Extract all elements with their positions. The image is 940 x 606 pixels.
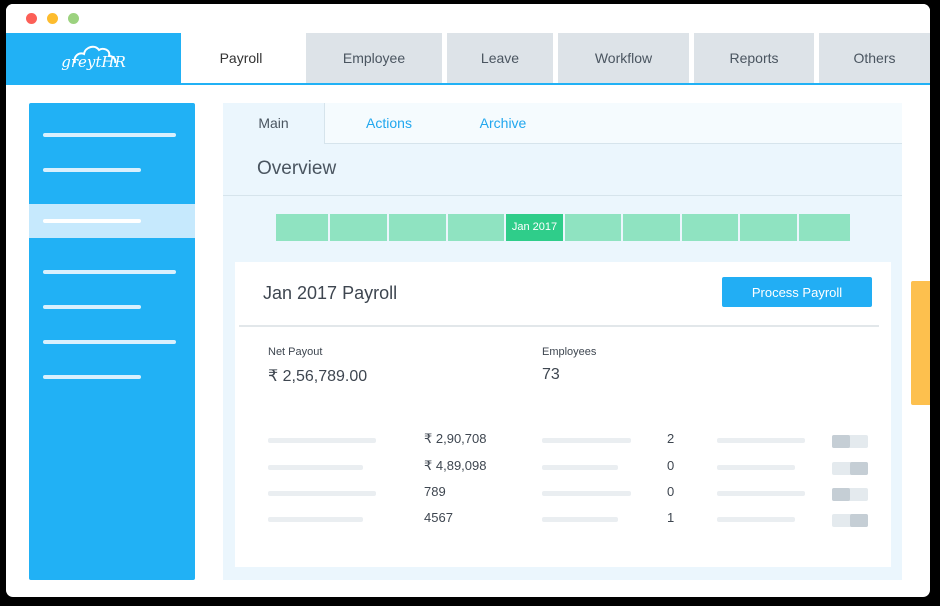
tab-leave[interactable]: Leave xyxy=(447,33,553,83)
title-bar xyxy=(6,4,930,33)
placeholder-line xyxy=(717,517,795,522)
top-navigation: greytHR Payroll Employee Leave Workflow … xyxy=(6,33,930,83)
sidebar xyxy=(29,103,195,580)
sidebar-item[interactable] xyxy=(43,305,141,309)
timeline-month[interactable] xyxy=(276,214,328,241)
placeholder-line xyxy=(268,438,376,443)
row-count: 0 xyxy=(667,458,675,473)
placeholder-line xyxy=(717,465,795,470)
subtab-archive[interactable]: Archive xyxy=(457,103,549,143)
tab-others[interactable]: Others xyxy=(819,33,930,83)
row-count: 2 xyxy=(667,431,675,446)
row-count: 1 xyxy=(667,510,675,525)
sidebar-item-active[interactable] xyxy=(29,204,195,238)
side-drawer-handle[interactable] xyxy=(911,281,930,405)
timeline-month[interactable] xyxy=(799,214,850,241)
maximize-window-button[interactable] xyxy=(68,13,79,24)
timeline-month-selected[interactable]: Jan 2017 xyxy=(506,214,563,241)
divider xyxy=(223,195,902,196)
timeline-month[interactable] xyxy=(330,214,387,241)
net-payout-label: Net Payout xyxy=(268,346,323,358)
placeholder-line xyxy=(542,465,618,470)
row-amount: ₹ 2,90,708 xyxy=(424,431,487,446)
timeline-month[interactable] xyxy=(623,214,680,241)
sidebar-item[interactable] xyxy=(43,270,176,274)
tab-workflow[interactable]: Workflow xyxy=(558,33,689,83)
placeholder-line xyxy=(542,438,631,443)
tab-reports[interactable]: Reports xyxy=(694,33,814,83)
minimize-window-button[interactable] xyxy=(47,13,58,24)
toggle-knob xyxy=(850,514,868,527)
overview-title: Overview xyxy=(257,158,337,179)
subtab-main[interactable]: Main xyxy=(223,103,325,144)
close-window-button[interactable] xyxy=(26,13,37,24)
row-amount: 789 xyxy=(424,484,446,499)
cloud-icon: greytHR xyxy=(61,44,127,72)
sidebar-item[interactable] xyxy=(43,375,141,379)
toggle-knob xyxy=(850,462,868,475)
payroll-title: Jan 2017 Payroll xyxy=(263,283,398,303)
row-toggle[interactable] xyxy=(832,435,868,448)
logo[interactable]: greytHR xyxy=(6,33,181,83)
timeline-month[interactable] xyxy=(682,214,738,241)
app-window: greytHR Payroll Employee Leave Workflow … xyxy=(6,4,930,597)
sidebar-item[interactable] xyxy=(43,340,176,344)
toggle-knob xyxy=(832,488,850,501)
timeline-month[interactable] xyxy=(740,214,797,241)
placeholder-line xyxy=(268,517,363,522)
row-count: 0 xyxy=(667,484,675,499)
subtab-actions[interactable]: Actions xyxy=(341,103,437,143)
sidebar-item-label xyxy=(43,219,141,223)
sidebar-item[interactable] xyxy=(43,168,141,172)
tab-payroll[interactable]: Payroll xyxy=(181,33,301,83)
sidebar-item[interactable] xyxy=(43,133,176,137)
timeline-month[interactable] xyxy=(389,214,446,241)
timeline-month[interactable] xyxy=(565,214,621,241)
placeholder-line xyxy=(717,438,805,443)
placeholder-line xyxy=(268,465,363,470)
placeholder-line xyxy=(717,491,805,496)
placeholder-line xyxy=(542,491,631,496)
placeholder-line xyxy=(268,491,376,496)
row-toggle[interactable] xyxy=(832,462,868,475)
payroll-card: Jan 2017 Payroll Process Payroll Net Pay… xyxy=(235,262,891,567)
row-amount: 4567 xyxy=(424,510,453,525)
net-payout-value: ₹ 2,56,789.00 xyxy=(268,368,368,385)
placeholder-line xyxy=(542,517,618,522)
process-payroll-button[interactable]: Process Payroll xyxy=(722,277,872,307)
timeline-month[interactable] xyxy=(448,214,504,241)
logo-text: greytHR xyxy=(61,53,126,71)
sub-tabs: Main Actions Archive xyxy=(223,103,902,144)
toggle-knob xyxy=(832,435,850,448)
main-panel: Main Actions Archive Overview Jan 2017 J… xyxy=(223,103,902,580)
nav-underline xyxy=(6,83,930,85)
row-amount: ₹ 4,89,098 xyxy=(424,458,487,473)
month-timeline: Jan 2017 xyxy=(276,214,850,241)
row-toggle[interactable] xyxy=(832,514,868,527)
divider xyxy=(239,325,879,327)
employees-label: Employees xyxy=(542,346,597,358)
tab-employee[interactable]: Employee xyxy=(306,33,442,83)
row-toggle[interactable] xyxy=(832,488,868,501)
employees-value: 73 xyxy=(542,366,560,383)
